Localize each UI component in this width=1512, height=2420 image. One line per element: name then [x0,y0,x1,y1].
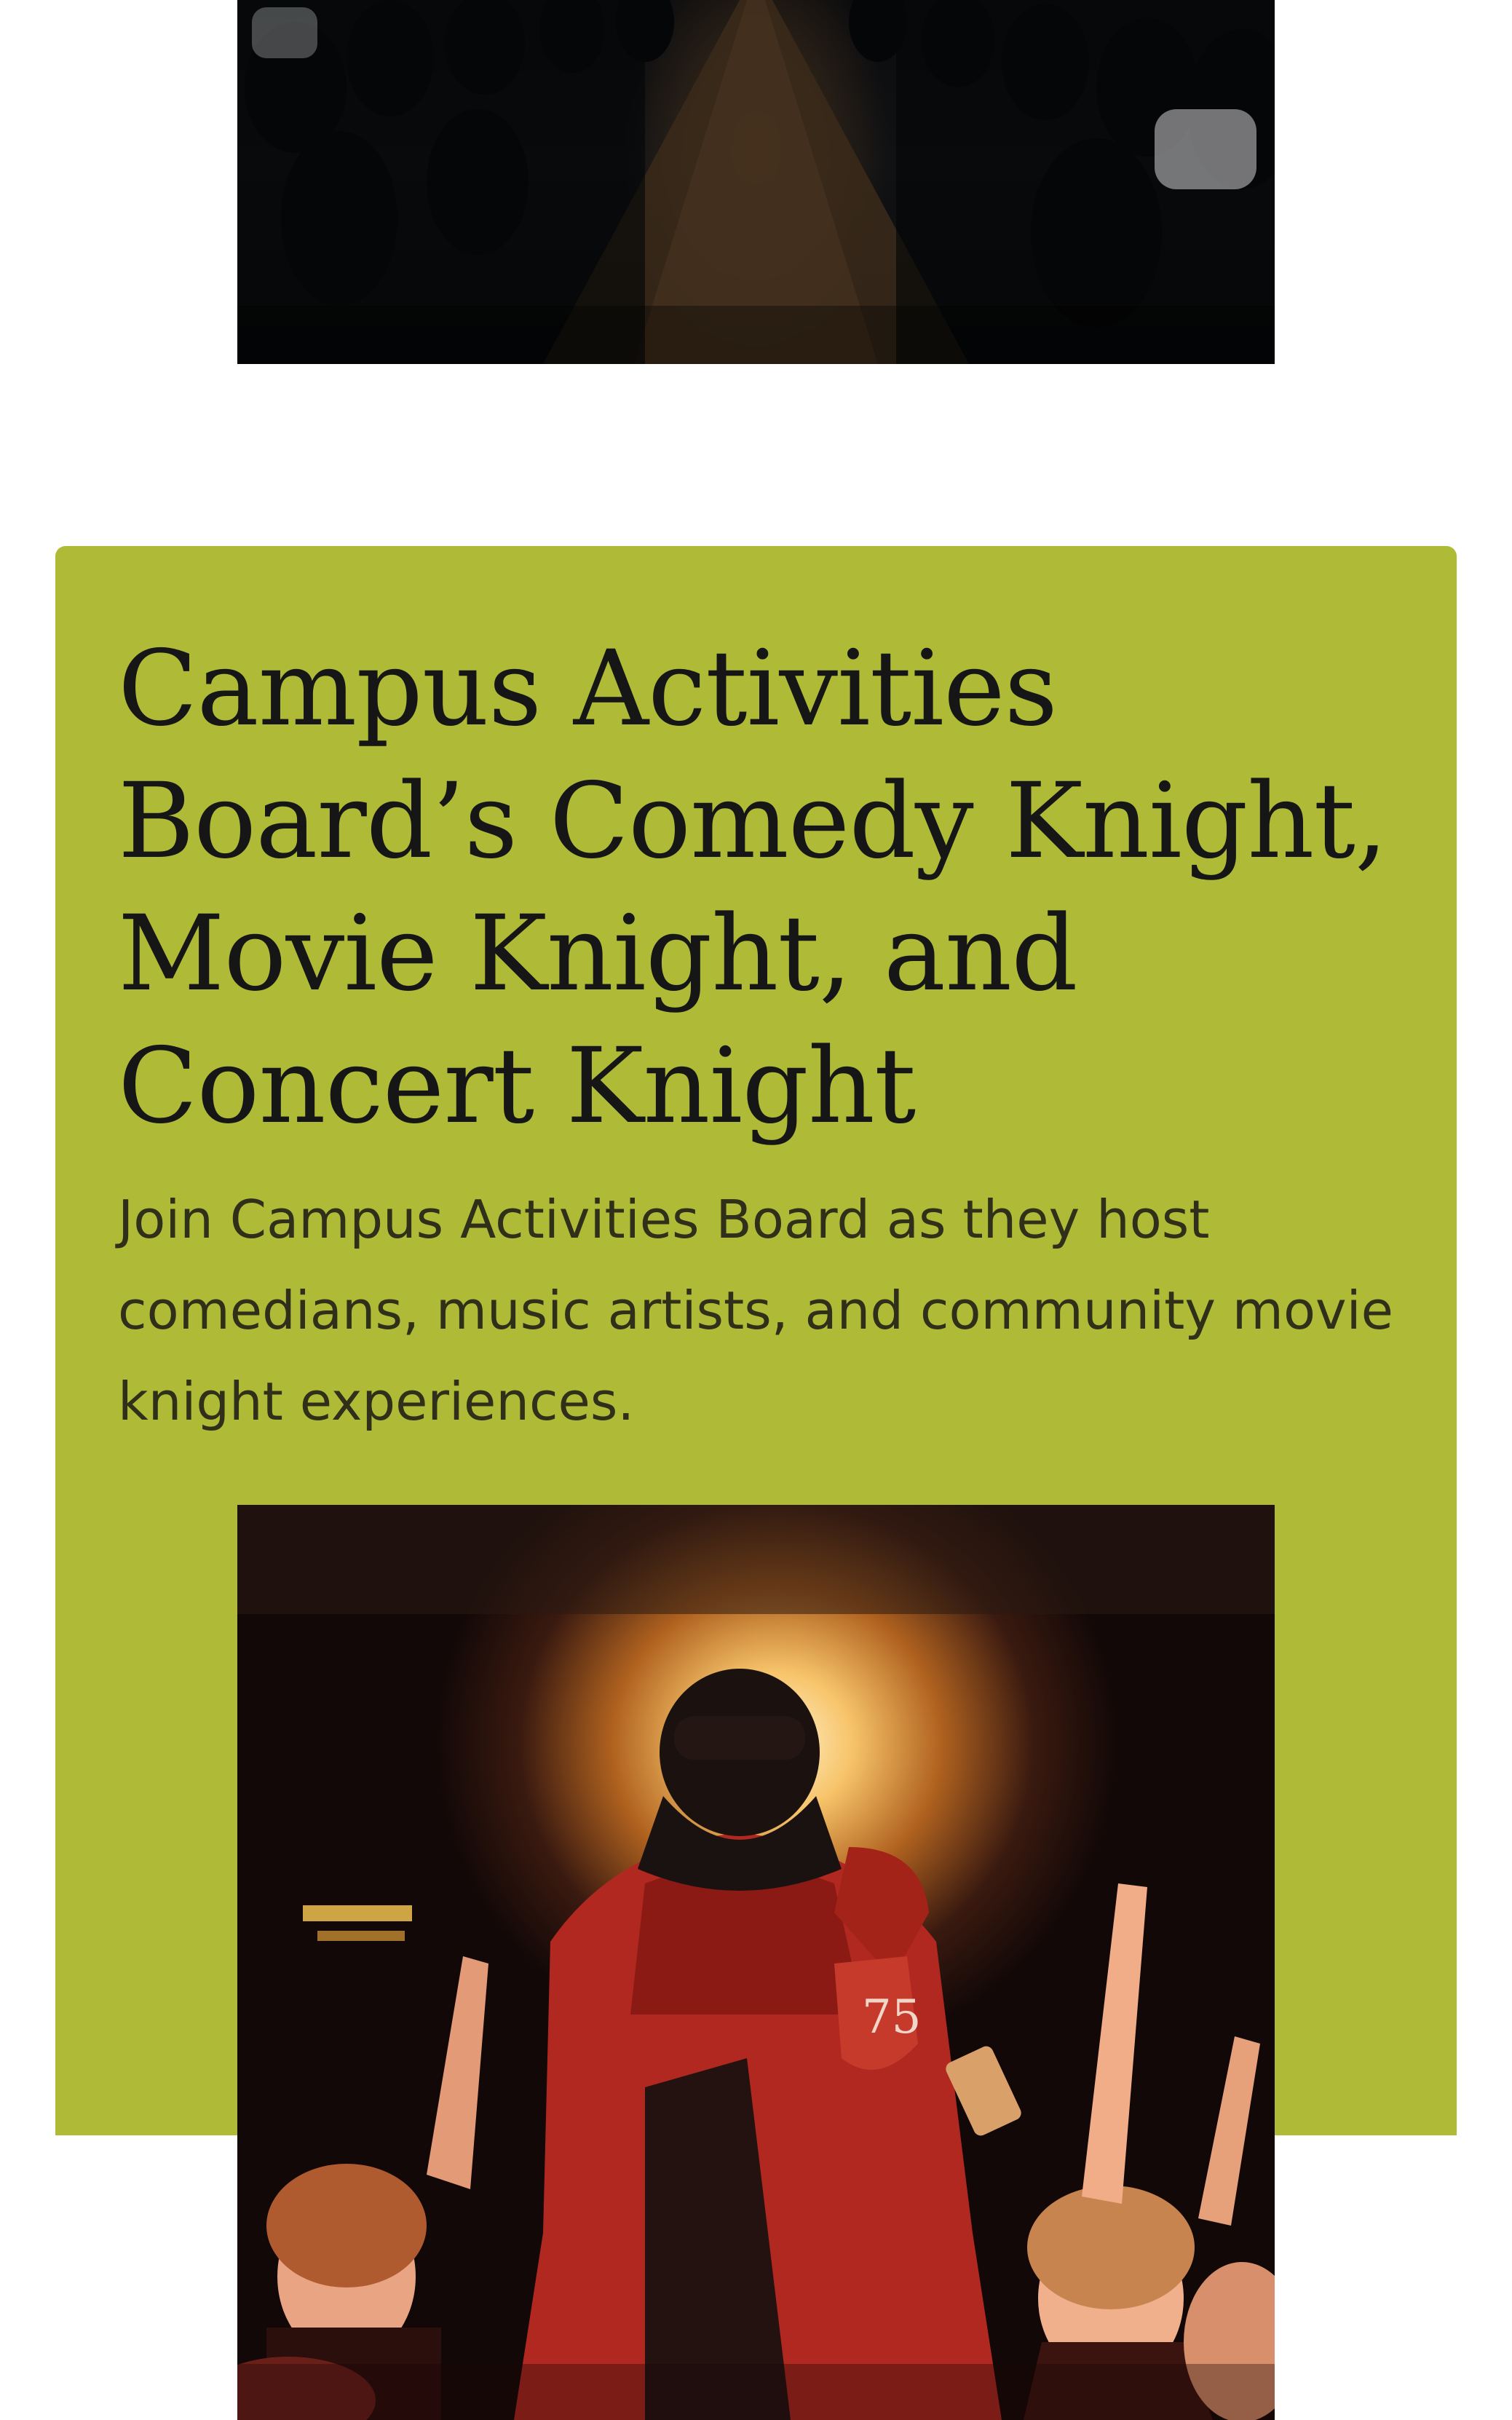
concert-photo: 75 [237,1505,1275,2420]
event-title: Campus Activities Board’s Comedy Knight,… [118,628,1388,1147]
auditorium-photo [237,0,1275,364]
event-description: Join Campus Activities Board as they hos… [118,1189,1393,1432]
jacket-number: 75 [862,1990,921,2044]
